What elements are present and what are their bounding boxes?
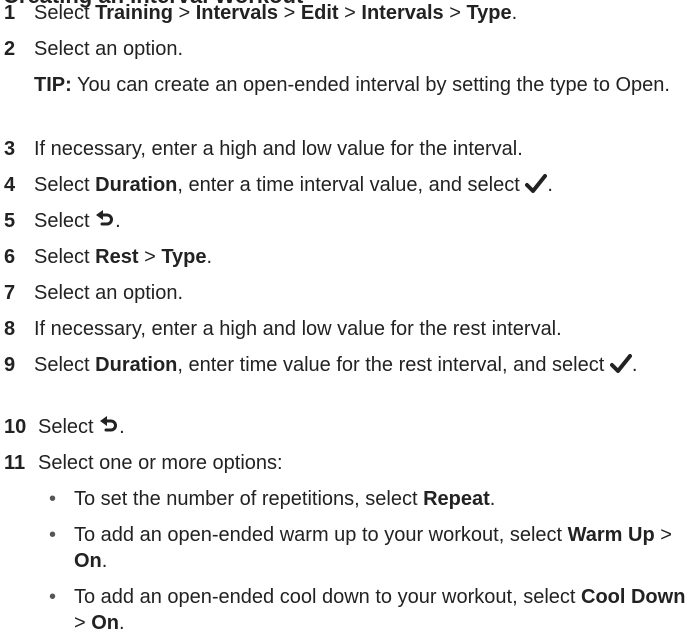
tip-label: TIP: — [34, 74, 72, 96]
bullet-dot: • — [49, 524, 57, 546]
step-text: Select . — [38, 416, 125, 438]
step-4: 4 Select Duration, enter a time interval… — [4, 172, 694, 198]
bullet-dot: • — [49, 586, 57, 608]
step-text: Select . — [34, 210, 121, 232]
step-text: If necessary, enter a high and low value… — [34, 318, 562, 340]
step-number: 10 — [4, 416, 27, 438]
step-6: 6 Select Rest > Type. — [4, 244, 694, 270]
step-number: 4 — [4, 174, 16, 196]
step-number: 2 — [4, 38, 16, 60]
step-10: 10 Select . — [4, 414, 694, 440]
bullet-text: To add an open-ended warm up to your wor… — [74, 524, 672, 572]
step-number: 7 — [4, 282, 16, 304]
back-arrow-icon — [95, 210, 115, 230]
bullet-dot: • — [49, 488, 57, 510]
list-item: • To add an open-ended cool down to your… — [49, 584, 694, 636]
step-number: 1 — [4, 2, 16, 24]
step-text: Select an option. — [34, 282, 183, 304]
step-text: Select Rest > Type. — [34, 246, 213, 268]
step-8: 8 If necessary, enter a high and low val… — [4, 316, 694, 342]
checkmark-icon — [609, 354, 632, 374]
back-arrow-icon — [99, 416, 119, 436]
step-9: 9 Select Duration, enter time value for … — [4, 352, 694, 378]
step-text: Select Training > Intervals > Edit > Int… — [34, 2, 518, 24]
step-text: Select Duration, enter a time interval v… — [34, 174, 553, 196]
step-text: Select one or more options: — [38, 452, 283, 474]
tip-note: TIP: You can create an open-ended interv… — [34, 72, 684, 98]
step-1: 1 Select Training > Intervals > Edit > I… — [4, 0, 694, 26]
step-5: 5 Select . — [4, 208, 694, 234]
step-number: 3 — [4, 138, 16, 160]
step-11: 11 Select one or more options: — [4, 450, 694, 476]
step-number: 9 — [4, 354, 16, 376]
list-item: • To add an open-ended warm up to your w… — [49, 522, 694, 574]
step-7: 7 Select an option. — [4, 280, 694, 306]
step-text: Select Duration, enter time value for th… — [34, 354, 638, 376]
step-number: 6 — [4, 246, 16, 268]
checkmark-icon — [525, 174, 548, 194]
tip-text: You can create an open-ended interval by… — [71, 74, 670, 96]
step-3: 3 If necessary, enter a high and low val… — [4, 136, 694, 162]
step-number: 8 — [4, 318, 16, 340]
step-2: 2 Select an option. — [4, 36, 694, 62]
step-number: 11 — [4, 452, 26, 474]
step-text: If necessary, enter a high and low value… — [34, 138, 523, 160]
step-number: 5 — [4, 210, 16, 232]
list-item: • To set the number of repetitions, sele… — [49, 486, 694, 512]
step-text: Select an option. — [34, 38, 183, 60]
bullet-text: To set the number of repetitions, select… — [74, 488, 496, 510]
bullet-text: To add an open-ended cool down to your w… — [74, 586, 686, 634]
